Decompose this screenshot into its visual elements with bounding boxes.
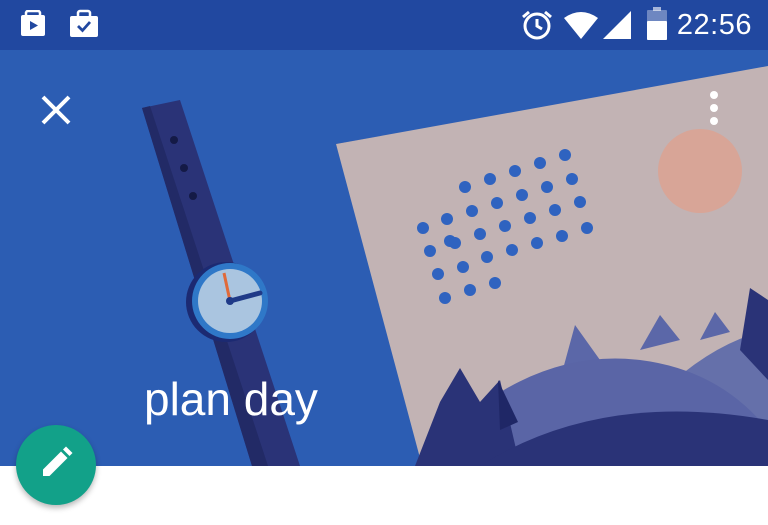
header-banner: plan day: [0, 50, 768, 466]
header-illustration: [142, 66, 768, 466]
more-vertical-icon: [708, 90, 720, 131]
status-time: 22:56: [676, 9, 752, 41]
cellular-signal-icon: [602, 10, 632, 45]
battery-icon: [646, 7, 668, 46]
status-bar: 22:56: [0, 0, 768, 50]
edit-fab[interactable]: [16, 425, 96, 505]
close-icon: [40, 94, 72, 131]
more-options-button[interactable]: [690, 82, 738, 138]
wifi-icon: [563, 10, 599, 45]
event-title: plan day: [144, 373, 318, 425]
alarm-icon: [520, 9, 554, 46]
close-button[interactable]: [28, 84, 84, 140]
briefcase-check-icon: [68, 9, 100, 43]
pencil-icon: [39, 446, 73, 485]
play-store-notification-icon: [20, 9, 50, 43]
